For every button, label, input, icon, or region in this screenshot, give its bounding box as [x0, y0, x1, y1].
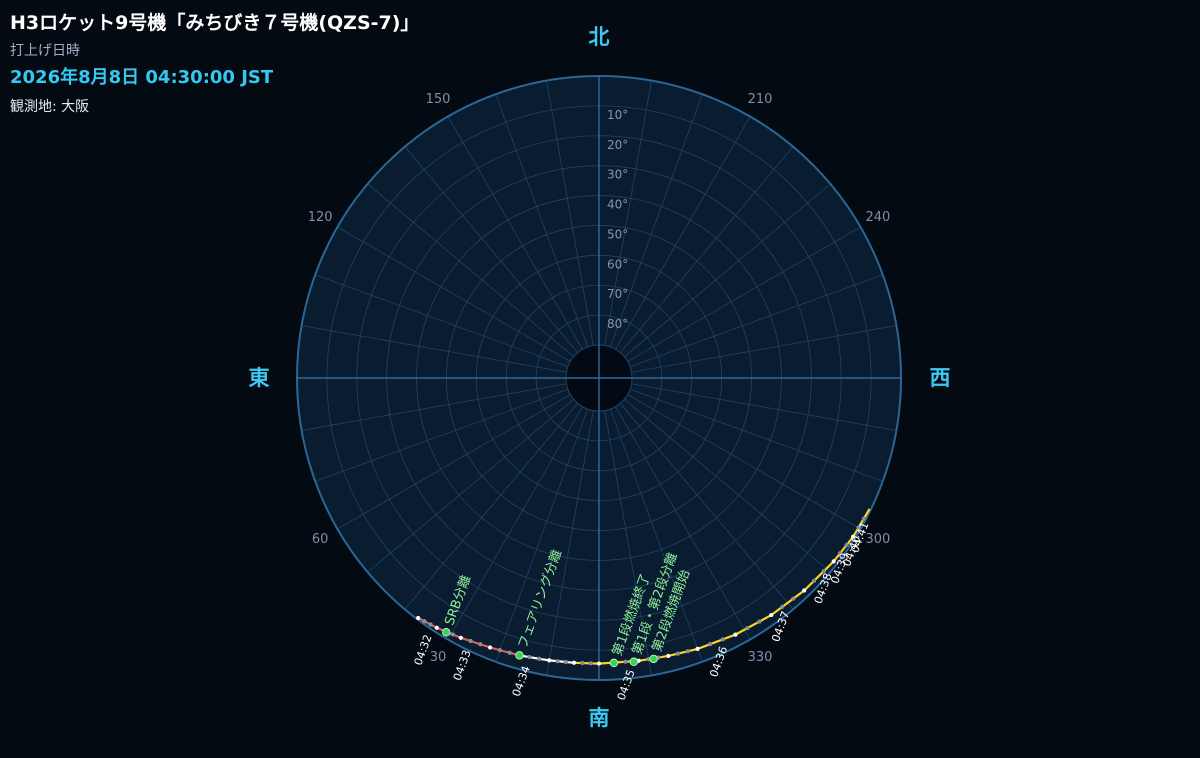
track-sample-point — [811, 578, 817, 583]
altitude-tick-label: 50° — [607, 227, 628, 241]
track-sample-point — [571, 660, 577, 665]
azimuth-tick-label: 30 — [430, 650, 447, 665]
track-sample-point — [416, 615, 421, 621]
event-marker — [609, 658, 619, 668]
altitude-tick-label: 10° — [607, 108, 628, 122]
track-sample-point — [507, 650, 512, 655]
event-marker — [649, 654, 658, 664]
track-sample-point — [588, 661, 593, 666]
direction-south: 南 — [589, 706, 610, 730]
time-label: 04:33 — [451, 648, 474, 682]
altitude-tick-label: 20° — [607, 138, 628, 152]
altitude-tick-label: 80° — [607, 317, 628, 331]
track-sample-point — [527, 654, 532, 660]
time-label-group: 04:33 — [451, 648, 474, 682]
track-sample-point — [685, 649, 690, 654]
event-marker — [629, 657, 639, 666]
azimuth-tick-label: 210 — [748, 92, 773, 107]
track-sample-point — [547, 658, 552, 663]
event-marker — [515, 651, 524, 660]
track-sample-point — [428, 622, 433, 627]
track-sample-point — [458, 635, 463, 640]
direction-north: 北 — [589, 25, 610, 49]
altitude-tick-label: 70° — [607, 287, 628, 301]
azimuth-tick-label: 150 — [426, 92, 451, 107]
azimuth-tick-label: 330 — [748, 650, 773, 665]
track-sample-point — [422, 619, 427, 624]
track-sample-point — [720, 637, 725, 642]
track-sample-point — [537, 656, 542, 661]
track-sample-point — [791, 596, 796, 601]
track-sample-point — [563, 659, 568, 665]
track-sample-point — [555, 659, 560, 664]
track-sample-point — [695, 646, 700, 651]
altitude-tick-label: 30° — [607, 168, 628, 182]
event-marker — [442, 628, 451, 637]
track-sample-point — [745, 626, 750, 631]
altitude-tick-label: 40° — [607, 198, 628, 212]
track-sample-point — [497, 648, 503, 653]
altitude-tick-label: 60° — [607, 257, 628, 271]
azimuth-tick-label: 300 — [865, 532, 890, 547]
track-sample-point — [666, 653, 671, 659]
azimuth-tick-label: 120 — [308, 210, 333, 225]
azimuth-tick-label: 240 — [865, 210, 890, 225]
azimuth-tick-label: 60 — [312, 532, 329, 547]
track-sample-point — [434, 625, 439, 630]
track-sample-point — [580, 660, 585, 666]
track-sample-point — [757, 619, 762, 624]
track-sample-point — [675, 651, 681, 656]
track-sample-point — [708, 642, 713, 647]
sky-chart: 30 60 120 150 210 240 300 330 10° 20° 30° 40° 50° 60°… — [249, 25, 951, 730]
track-sample-point — [861, 516, 866, 521]
track-sample-point — [733, 632, 738, 637]
direction-west: 西 — [930, 366, 951, 390]
track-sample-point — [596, 661, 602, 666]
track-sample-point — [488, 645, 493, 650]
direction-east: 東 — [249, 366, 270, 390]
track-sample-point — [468, 638, 473, 644]
track-sample-point — [450, 632, 455, 637]
time-label: 04:34 — [510, 664, 533, 698]
track-sample-point — [769, 612, 774, 618]
time-label-group: 04:34 — [510, 664, 533, 698]
track-sample-point — [623, 659, 628, 664]
track-sample-point — [802, 588, 807, 593]
track-sample-point — [478, 642, 483, 647]
track-sample-point — [780, 604, 785, 609]
polar-grid — [296, 75, 902, 681]
